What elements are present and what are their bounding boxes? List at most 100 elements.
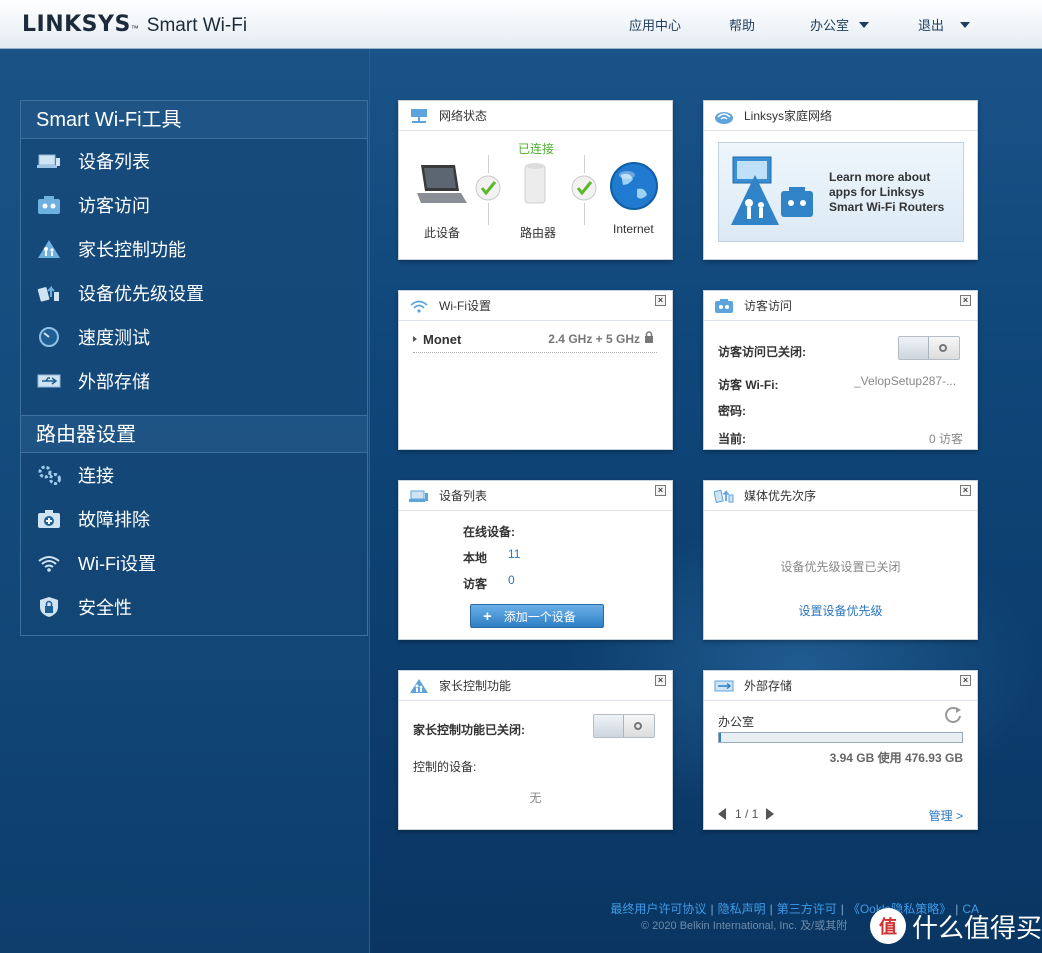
security-shield-icon — [37, 597, 61, 617]
guest-access-icon — [714, 298, 734, 314]
wifi-network-row[interactable]: Monet 2.4 GHz + 5 GHz — [413, 331, 657, 353]
widget-body: 家长控制功能已关闭: 控制的设备: 无 — [399, 701, 672, 830]
usb-storage-icon — [37, 371, 61, 391]
widget-title: 外部存储 — [744, 679, 793, 693]
router-label: 路由器 — [520, 226, 557, 240]
guest-access-toggle[interactable] — [898, 336, 960, 360]
close-icon[interactable]: × — [960, 295, 971, 306]
expand-arrow-icon — [413, 336, 417, 342]
guest-access-icon — [37, 195, 61, 215]
guest-wifi-value: _VelopSetup287-... — [854, 374, 957, 388]
widget-title: 访客访问 — [744, 299, 793, 313]
controlled-devices-value: 无 — [529, 791, 542, 805]
widget-title: Wi-Fi设置 — [439, 299, 491, 313]
widget-header: 外部存储 × — [704, 671, 977, 701]
network-status-icon — [409, 108, 429, 124]
widget-header: 家长控制功能 × — [399, 671, 672, 701]
watermark: 值 什么值得买 — [870, 905, 1042, 947]
top-header: LINKSYS ™ Smart Wi-Fi 应用中心 帮助 办公室 退出 — [0, 0, 1042, 49]
set-priority-link[interactable]: 设置设备优先级 — [704, 602, 977, 619]
sidebar-item-label: 家长控制功能 — [78, 240, 186, 260]
third-party-license-link[interactable]: 第三方许可 — [777, 902, 837, 916]
guest-wifi-label: 访客 Wi-Fi: — [718, 378, 779, 392]
sidebar-item-guest-access[interactable]: 访客访问 — [21, 183, 367, 227]
nav-apps-link[interactable]: 应用中心 — [629, 15, 681, 34]
close-icon[interactable]: × — [655, 675, 666, 686]
footer-separator: | — [840, 902, 844, 916]
next-page-arrow-icon[interactable] — [766, 808, 774, 820]
manage-storage-link[interactable]: 管理 > — [929, 807, 963, 824]
sidebar-item-label: 外部存储 — [78, 372, 150, 392]
sidebar-item-connectivity[interactable]: 连接 — [21, 453, 367, 497]
logo-brand: LINKSYS — [22, 12, 131, 37]
guest-devices-count[interactable]: 0 — [508, 573, 515, 587]
sidebar-item-device-list[interactable]: 设备列表 — [21, 139, 367, 183]
linksys-network-icon — [714, 108, 734, 124]
wifi-settings-widget: Wi-Fi设置 × Monet 2.4 GHz + 5 GHz — [398, 290, 673, 450]
sidebar-item-label: Wi-Fi设置 — [78, 554, 156, 574]
sidebar-item-device-priority[interactable]: 设备优先级设置 — [21, 271, 367, 315]
link-line — [488, 203, 489, 225]
parental-status-label: 家长控制功能已关闭: — [413, 723, 525, 737]
watermark-text: 什么值得买 — [912, 913, 1042, 944]
sidebar-item-troubleshooting[interactable]: 故障排除 — [21, 497, 367, 541]
internet-globe-icon — [609, 161, 659, 214]
toggle-off-indicator — [939, 344, 947, 352]
close-icon[interactable]: × — [960, 485, 971, 496]
wifi-icon — [37, 553, 61, 573]
promo-text-line1: Learn more about — [829, 170, 931, 184]
nav-logout-dropdown[interactable]: 退出 — [918, 15, 971, 34]
sidebar-item-label: 安全性 — [78, 598, 132, 618]
sidebar-item-label: 速度测试 — [78, 328, 150, 348]
close-icon[interactable]: × — [960, 675, 971, 686]
linksys-logo[interactable]: LINKSYS ™ Smart Wi-Fi — [22, 12, 247, 37]
sidebar-section-router: 路由器设置 — [21, 415, 367, 453]
drive-name: 办公室 — [718, 715, 755, 729]
local-devices-count[interactable]: 11 — [508, 547, 520, 561]
sidebar-item-label: 访客访问 — [78, 196, 150, 216]
sidebar-item-speed-test[interactable]: 速度测试 — [21, 315, 367, 359]
close-icon[interactable]: × — [655, 295, 666, 306]
connected-check-icon — [475, 175, 501, 204]
laptop-icon — [415, 163, 467, 208]
sidebar-item-external-storage[interactable]: 外部存储 — [21, 359, 367, 403]
wifi-network-name: Monet — [423, 332, 462, 347]
wifi-bands: 2.4 GHz + 5 GHz — [548, 332, 640, 346]
device-list-icon — [409, 488, 429, 504]
widget-body[interactable]: 已连接 此设备 路由器 Internet — [399, 131, 672, 260]
external-storage-widget: 外部存储 × 办公室 3.94 GB 使用 476.93 GB 1 / 1 管理… — [703, 670, 978, 830]
guest-devices-label: 访客 — [463, 577, 488, 591]
sidebar-item-security[interactable]: 安全性 — [21, 585, 367, 629]
watermark-badge: 值 — [870, 908, 906, 944]
privacy-link[interactable]: 隐私声明 — [718, 902, 766, 916]
lock-icon — [644, 331, 654, 347]
sidebar-item-label: 设备优先级设置 — [78, 284, 204, 304]
parental-controls-toggle[interactable] — [593, 714, 655, 738]
sidebar-item-parental-controls[interactable]: 家长控制功能 — [21, 227, 367, 271]
page-indicator: 1 / 1 — [735, 807, 759, 821]
online-devices-label: 在线设备: — [463, 525, 515, 539]
prev-page-arrow-icon[interactable] — [718, 808, 726, 820]
footer-separator: | — [769, 902, 773, 916]
connectivity-gear-icon — [37, 465, 61, 485]
device-priority-icon — [714, 488, 734, 504]
nav-location-dropdown[interactable]: 办公室 — [810, 15, 870, 34]
eula-link[interactable]: 最终用户许可协议 — [610, 902, 706, 916]
add-device-button[interactable]: + 添加一个设备 — [470, 604, 604, 628]
wifi-icon — [409, 298, 429, 314]
media-priority-widget: 媒体优先次序 × 设备优先级设置已关闭 设置设备优先级 — [703, 480, 978, 640]
controlled-devices-label: 控制的设备: — [413, 760, 477, 774]
nav-help-label: 帮助 — [729, 18, 756, 33]
promo-text-line3: Smart Wi-Fi Routers — [829, 200, 945, 214]
refresh-icon[interactable] — [943, 705, 963, 728]
sidebar-item-wifi-settings[interactable]: Wi-Fi设置 — [21, 541, 367, 585]
link-line — [584, 155, 585, 173]
nav-help-link[interactable]: 帮助 — [729, 15, 755, 34]
apps-promo-banner[interactable]: Learn more about apps for Linksys Smart … — [718, 142, 964, 242]
troubleshooting-icon — [37, 509, 61, 529]
add-device-label: 添加一个设备 — [503, 609, 576, 624]
close-icon[interactable]: × — [655, 485, 666, 496]
priority-status-text: 设备优先级设置已关闭 — [780, 560, 901, 574]
plus-icon: + — [483, 607, 492, 625]
storage-usage-text: 3.94 GB 使用 476.93 GB — [829, 751, 963, 765]
